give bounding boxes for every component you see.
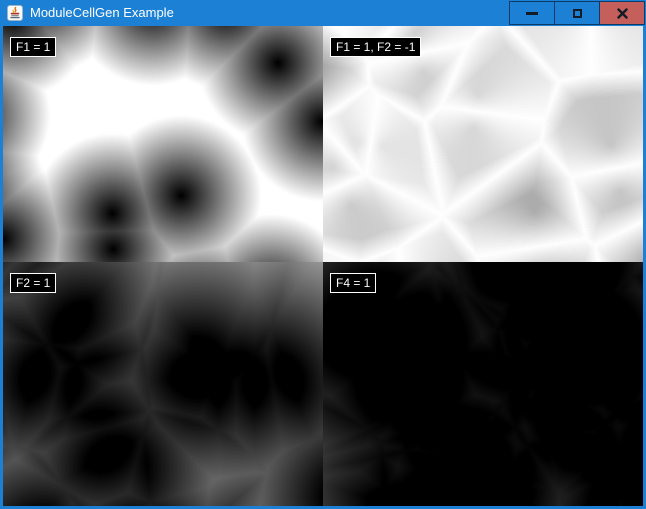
noise-canvas-f1: [3, 26, 323, 262]
close-icon: [617, 8, 628, 19]
java-coffee-cup-icon[interactable]: [7, 5, 23, 21]
noise-canvas-f1f2: [323, 26, 643, 262]
noise-panel-f2: F2 = 1: [3, 262, 323, 506]
modulecellgen-window: ModuleCellGen Example F1 = 1 F1 = 1, F2 …: [0, 0, 646, 509]
window-title: ModuleCellGen Example: [30, 0, 174, 26]
close-button[interactable]: [599, 1, 645, 25]
noise-panel-f4: F4 = 1: [323, 262, 643, 506]
titlebar[interactable]: ModuleCellGen Example: [0, 0, 646, 26]
render-grid: F1 = 1 F1 = 1, F2 = -1 F2 = 1 F4 = 1: [3, 26, 643, 506]
noise-panel-f1: F1 = 1: [3, 26, 323, 262]
minimize-button[interactable]: [509, 1, 555, 25]
minimize-icon: [526, 12, 538, 15]
maximize-icon: [573, 9, 582, 18]
maximize-button[interactable]: [554, 1, 600, 25]
window-controls: [510, 1, 645, 25]
panel-label-f4: F4 = 1: [330, 273, 376, 293]
panel-label-f1f2: F1 = 1, F2 = -1: [330, 37, 421, 57]
noise-canvas-f4: [323, 262, 643, 506]
panel-label-f2: F2 = 1: [10, 273, 56, 293]
noise-canvas-f2: [3, 262, 323, 506]
panel-label-f1: F1 = 1: [10, 37, 56, 57]
noise-panel-f1f2: F1 = 1, F2 = -1: [323, 26, 643, 262]
